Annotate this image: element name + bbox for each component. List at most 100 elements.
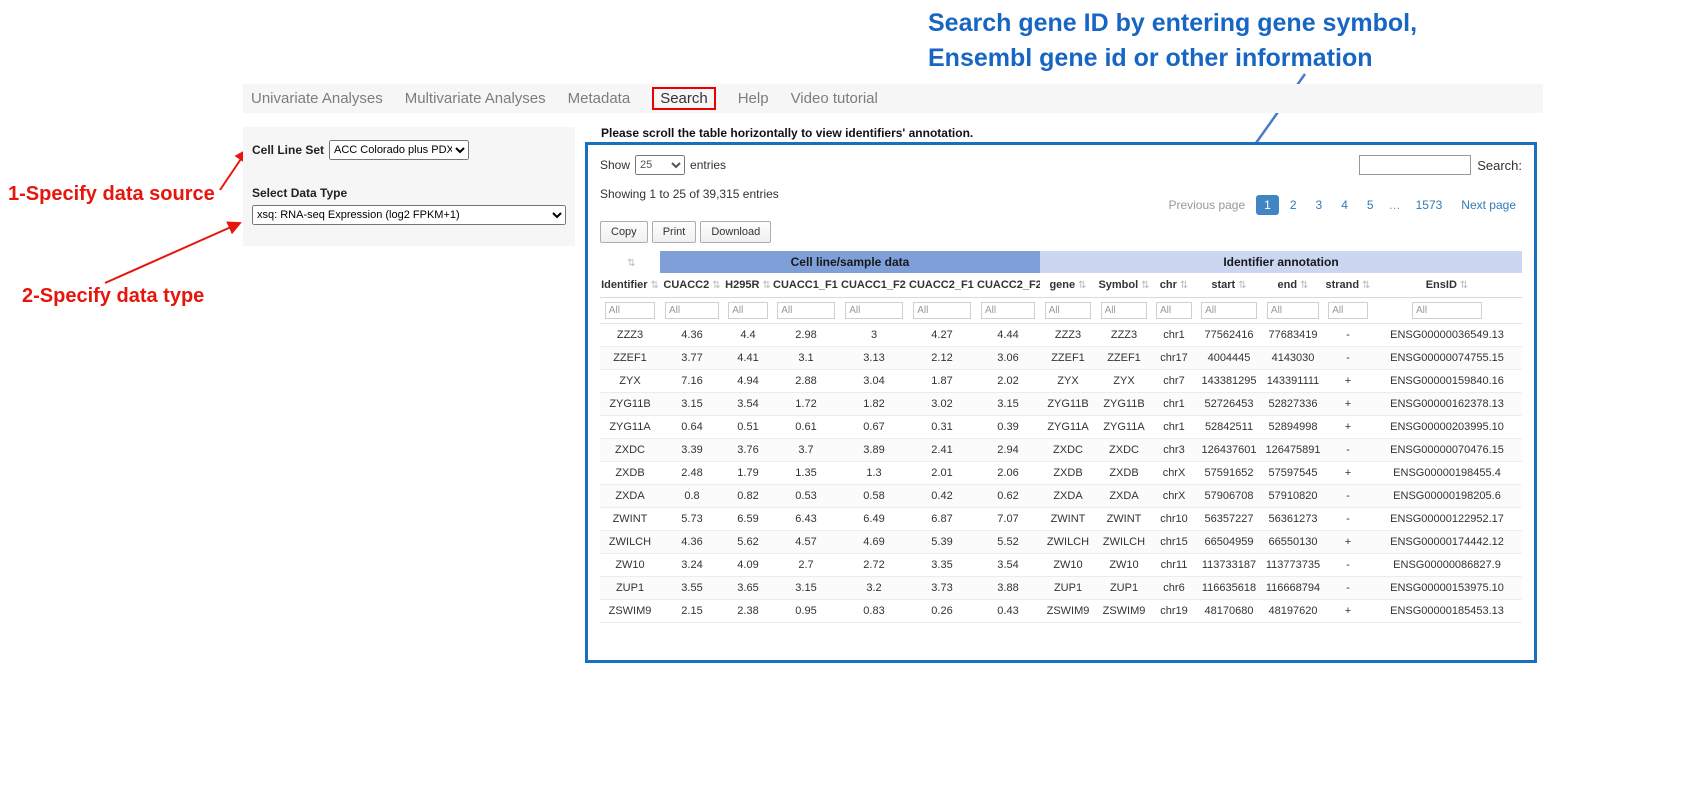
sort-icon: ⇅ — [1362, 280, 1370, 291]
cell: ZZZ3 — [600, 324, 660, 347]
column-header-chr[interactable]: chr⇅ — [1152, 273, 1196, 298]
filter-input-start[interactable] — [1201, 302, 1257, 319]
page-button-1573[interactable]: 1573 — [1408, 195, 1451, 215]
page-button-3[interactable]: 3 — [1308, 195, 1331, 215]
column-label: CUACC2_F1 — [909, 279, 974, 291]
column-label: CUACC1_F2 — [841, 279, 906, 291]
copy-button[interactable]: Copy — [600, 221, 648, 243]
cell: 3.2 — [840, 577, 908, 600]
filter-input-cuacc1_f1[interactable] — [777, 302, 835, 319]
filter-input-h295r[interactable] — [728, 302, 768, 319]
column-header-end[interactable]: end⇅ — [1262, 273, 1324, 298]
cell: ZWINT — [1096, 508, 1152, 531]
column-label: CUACC2 — [663, 279, 709, 291]
page-button-4[interactable]: 4 — [1333, 195, 1356, 215]
cell: 3.06 — [976, 347, 1040, 370]
cell: 4.57 — [772, 531, 840, 554]
cell: 0.61 — [772, 416, 840, 439]
cell: 4004445 — [1196, 347, 1262, 370]
column-label: CUACC2_F2 — [977, 279, 1040, 291]
page-length-select[interactable]: 25 — [635, 155, 685, 175]
cell: 1.35 — [772, 462, 840, 485]
column-header-symbol[interactable]: Symbol⇅ — [1096, 273, 1152, 298]
cell: 57591652 — [1196, 462, 1262, 485]
next-page-button[interactable]: Next page — [1453, 195, 1524, 215]
filter-input-strand[interactable] — [1328, 302, 1368, 319]
data-selection-panel: Cell Line Set ACC Colorado plus PDX Sele… — [243, 127, 575, 246]
filter-input-chr[interactable] — [1156, 302, 1192, 319]
column-header-cuacc2_f2[interactable]: CUACC2_F2⇅ — [976, 273, 1040, 298]
filter-input-cuacc1_f2[interactable] — [845, 302, 903, 319]
cell: 2.38 — [724, 600, 772, 623]
cell: 1.72 — [772, 393, 840, 416]
column-header-cuacc2[interactable]: CUACC2⇅ — [660, 273, 724, 298]
table-search-input[interactable] — [1359, 155, 1471, 175]
table-row: ZYG11A0.640.510.610.670.310.39ZYG11AZYG1… — [600, 416, 1522, 439]
cell: ENSG00000174442.12 — [1372, 531, 1522, 554]
column-header-cuacc1_f2[interactable]: CUACC1_F2⇅ — [840, 273, 908, 298]
column-header-start[interactable]: start⇅ — [1196, 273, 1262, 298]
table-row: ZSWIM92.152.380.950.830.260.43ZSWIM9ZSWI… — [600, 600, 1522, 623]
sort-icon: ⇅ — [1078, 280, 1086, 291]
column-header-h295r[interactable]: H295R⇅ — [724, 273, 772, 298]
cell: 57906708 — [1196, 485, 1262, 508]
filter-input-gene[interactable] — [1045, 302, 1092, 319]
data-type-select[interactable]: xsq: RNA-seq Expression (log2 FPKM+1) — [252, 205, 566, 225]
main-nav: Univariate Analyses Multivariate Analyse… — [243, 84, 1543, 113]
nav-univariate-analyses[interactable]: Univariate Analyses — [251, 90, 383, 107]
cell: - — [1324, 485, 1372, 508]
cell: 48197620 — [1262, 600, 1324, 623]
print-button[interactable]: Print — [652, 221, 697, 243]
filter-input-end[interactable] — [1267, 302, 1319, 319]
cell: 0.43 — [976, 600, 1040, 623]
identifier-sort-corner[interactable]: ⇅ — [600, 251, 660, 273]
filter-input-identifier[interactable] — [605, 302, 655, 319]
cell: 143381295 — [1196, 370, 1262, 393]
nav-help[interactable]: Help — [738, 90, 769, 107]
filter-input-symbol[interactable] — [1101, 302, 1148, 319]
page-button-1[interactable]: 1 — [1256, 195, 1279, 215]
previous-page-button[interactable]: Previous page — [1160, 195, 1253, 215]
cell: ZYG11B — [600, 393, 660, 416]
page-button-5[interactable]: 5 — [1359, 195, 1382, 215]
table-row: ZWINT5.736.596.436.496.877.07ZWINTZWINTc… — [600, 508, 1522, 531]
cell-line-set-select[interactable]: ACC Colorado plus PDX — [329, 140, 469, 160]
cell: 52842511 — [1196, 416, 1262, 439]
page-button-2[interactable]: 2 — [1282, 195, 1305, 215]
filter-input-cuacc2_f2[interactable] — [981, 302, 1035, 319]
nav-metadata[interactable]: Metadata — [568, 90, 631, 107]
cell: ZYG11B — [1096, 393, 1152, 416]
search-annotation-line2: Ensembl gene id or other information — [928, 41, 1417, 76]
column-header-cuacc1_f1[interactable]: CUACC1_F1⇅ — [772, 273, 840, 298]
cell: 7.07 — [976, 508, 1040, 531]
cell: 4.44 — [976, 324, 1040, 347]
sort-icon: ⇅ — [1238, 280, 1246, 291]
cell: - — [1324, 324, 1372, 347]
column-header-gene[interactable]: gene⇅ — [1040, 273, 1096, 298]
filter-input-ensid[interactable] — [1412, 302, 1482, 319]
cell: 1.79 — [724, 462, 772, 485]
cell: 66504959 — [1196, 531, 1262, 554]
entries-label: entries — [690, 158, 726, 172]
table-row: ZYX7.164.942.883.041.872.02ZYXZYXchr7143… — [600, 370, 1522, 393]
cell: ZXDC — [1040, 439, 1096, 462]
download-button[interactable]: Download — [700, 221, 771, 243]
nav-multivariate-analyses[interactable]: Multivariate Analyses — [405, 90, 546, 107]
cell: ENSG00000086827.9 — [1372, 554, 1522, 577]
column-header-strand[interactable]: strand⇅ — [1324, 273, 1372, 298]
column-header-cuacc2_f1[interactable]: CUACC2_F1⇅ — [908, 273, 976, 298]
column-header-identifier[interactable]: Identifier⇅ — [600, 273, 660, 298]
filter-input-cuacc2[interactable] — [665, 302, 719, 319]
filter-input-cuacc2_f1[interactable] — [913, 302, 971, 319]
column-header-ensid[interactable]: EnsID⇅ — [1372, 273, 1522, 298]
cell: ENSG00000162378.13 — [1372, 393, 1522, 416]
cell: ENSG00000198205.6 — [1372, 485, 1522, 508]
cell: ZUP1 — [600, 577, 660, 600]
sort-icon: ⇅ — [1460, 280, 1468, 291]
filter-cell — [1262, 298, 1324, 324]
nav-video-tutorial[interactable]: Video tutorial — [791, 90, 878, 107]
nav-search[interactable]: Search — [652, 87, 716, 110]
cell: 2.72 — [840, 554, 908, 577]
cell: 3.65 — [724, 577, 772, 600]
cell: ENSG00000185453.13 — [1372, 600, 1522, 623]
